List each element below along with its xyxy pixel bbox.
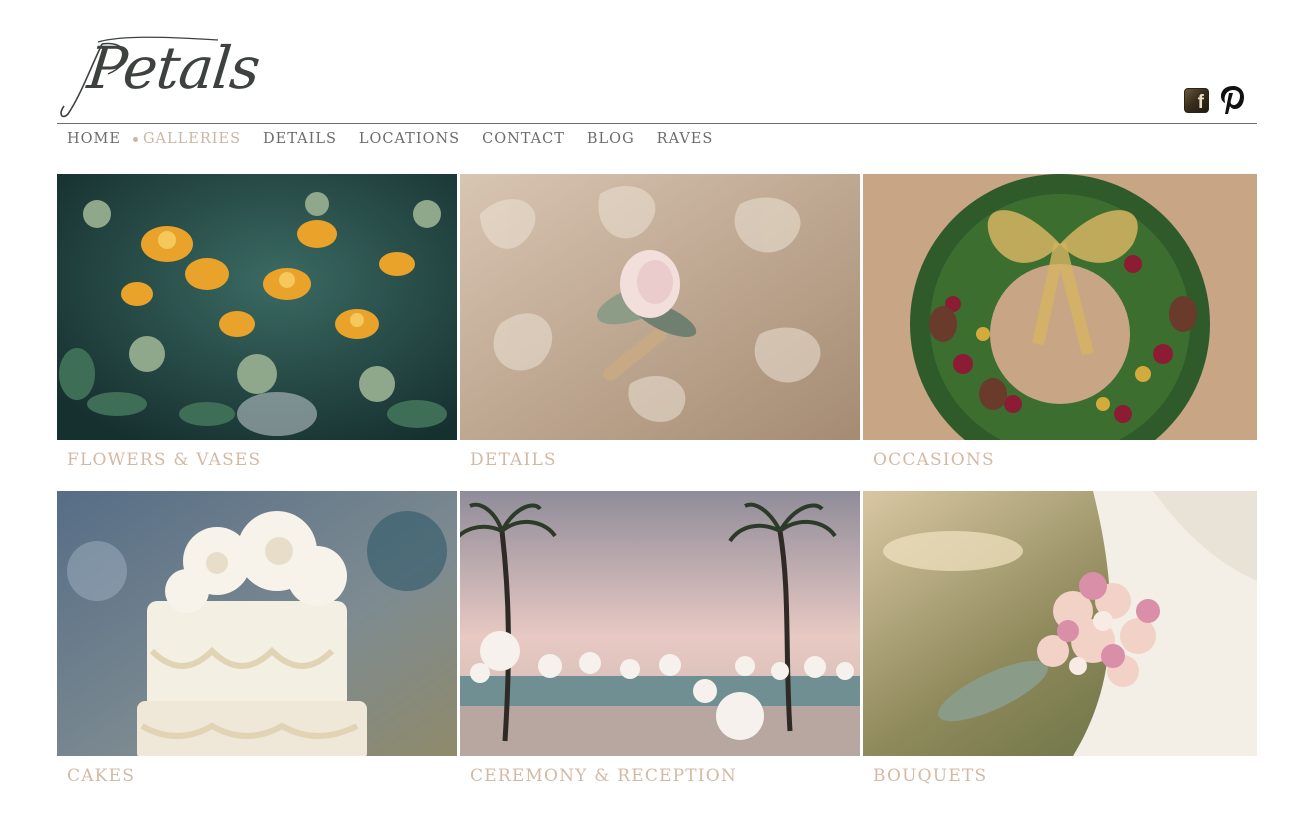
nav-label: RAVES: [656, 131, 714, 147]
logo-text[interactable]: Petals: [84, 34, 262, 102]
gallery-image-details[interactable]: [460, 174, 860, 440]
main-nav: HOME GALLERIES DETAILS LOCATIONS CONTACT…: [67, 131, 735, 147]
gallery-image-cakes[interactable]: [57, 491, 457, 756]
nav-item-locations[interactable]: LOCATIONS: [359, 131, 460, 147]
gallery-caption[interactable]: FLOWERS & VASES: [67, 450, 261, 470]
nav-label: LOCATIONS: [358, 131, 461, 147]
nav-item-details[interactable]: DETAILS: [263, 131, 337, 147]
active-dot-icon: [132, 136, 138, 142]
gallery-caption[interactable]: CEREMONY & RECEPTION: [470, 766, 737, 786]
nav-label: BLOG: [586, 131, 635, 147]
gallery-image-occasions[interactable]: [863, 174, 1257, 440]
gallery-image-ceremony-reception[interactable]: [460, 491, 860, 756]
gallery-image-flowers-vases[interactable]: [57, 174, 457, 440]
gallery-caption[interactable]: BOUQUETS: [873, 766, 987, 786]
nav-item-blog[interactable]: BLOG: [587, 131, 635, 147]
nav-item-home[interactable]: HOME: [67, 131, 121, 147]
facebook-icon[interactable]: f: [1184, 87, 1209, 113]
gallery-caption[interactable]: OCCASIONS: [873, 450, 995, 470]
gallery-image-bouquets[interactable]: [863, 491, 1257, 756]
gallery-caption[interactable]: CAKES: [67, 766, 135, 786]
social-links: f: [1184, 84, 1245, 116]
gallery-caption[interactable]: DETAILS: [470, 450, 557, 470]
nav-label: CONTACT: [482, 131, 565, 147]
nav-label: DETAILS: [263, 131, 337, 147]
nav-item-raves[interactable]: RAVES: [657, 131, 714, 147]
nav-label: GALLERIES: [142, 131, 242, 147]
pinterest-icon[interactable]: [1219, 84, 1245, 116]
header-divider: [57, 123, 1257, 124]
nav-item-contact[interactable]: CONTACT: [482, 131, 565, 147]
nav-label: HOME: [67, 131, 121, 147]
nav-item-galleries[interactable]: GALLERIES: [132, 131, 242, 147]
